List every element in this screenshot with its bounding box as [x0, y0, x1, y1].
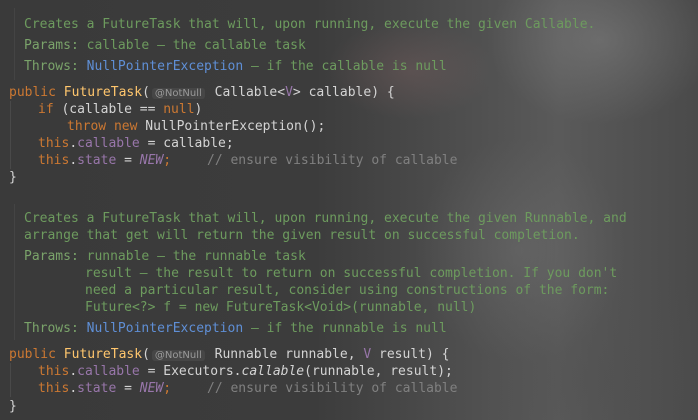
throws-label: Throws: — [24, 321, 79, 336]
code-editor[interactable]: Creates a FutureTask that will, upon run… — [0, 0, 698, 420]
indent-guide — [10, 363, 11, 397]
javadoc-params-row: Params: runnable – the runnable task — [24, 248, 306, 265]
dot: . — [69, 381, 78, 396]
javadoc-summary: Creates a FutureTask that will, upon run… — [24, 17, 596, 32]
method-name: FutureTask — [63, 347, 143, 362]
code-line-signature[interactable]: public FutureTask(@NotNull Callable<V> c… — [9, 84, 395, 102]
params-label: Params: — [24, 249, 79, 264]
code-line-assign-state[interactable]: this.state = NEW; — [38, 380, 171, 397]
param-result-line2: need a particular result, consider using… — [85, 283, 610, 298]
method-name: FutureTask — [63, 85, 143, 100]
semicolon: ; — [163, 381, 172, 396]
keyword-this: this — [38, 364, 70, 379]
params-label: Params: — [24, 38, 79, 53]
keyword-if: if — [38, 102, 62, 117]
keyword-this: this — [38, 153, 70, 168]
type-parameter: V — [285, 85, 293, 100]
type-parameter: V — [363, 347, 372, 362]
code-line-assign-state[interactable]: this.state = NEW; — [38, 152, 171, 169]
assign-rhs: = callable; — [139, 136, 234, 151]
paren-close: ) — [194, 102, 203, 117]
executors-call: = Executors. — [139, 364, 242, 379]
param-rest: > callable) { — [292, 85, 395, 100]
param-runnable: runnable – the runnable task — [86, 249, 306, 264]
dot: . — [69, 136, 78, 151]
throws-label: Throws: — [24, 59, 79, 74]
param-rest: result) { — [371, 347, 450, 362]
javadoc-summary-line2: arrange that get will return the given r… — [24, 228, 580, 243]
throws-link[interactable]: NullPointerException — [87, 59, 244, 74]
param-type: Runnable runnable, — [206, 347, 364, 362]
code-line-assign-callable[interactable]: this.callable = Executors.callable(runna… — [38, 363, 453, 380]
method-callable: callable — [241, 364, 305, 379]
notnull-annotation: @NotNull — [151, 350, 205, 361]
throws-link[interactable]: NullPointerException — [87, 321, 244, 336]
javadoc-throws-row: Throws: NullPointerException – if the ru… — [24, 320, 447, 337]
throws-text: – if the callable is null — [243, 59, 447, 74]
const-new: NEW — [139, 153, 164, 168]
param-type: Callable< — [206, 85, 286, 100]
keyword-public: public — [9, 85, 64, 100]
field-state: state — [77, 153, 117, 168]
assign-op: = — [116, 153, 140, 168]
javadoc-callable: Creates a FutureTask that will, upon run… — [4, 8, 698, 80]
notnull-annotation: @NotNull — [151, 88, 205, 99]
javadoc-summary-line1: Creates a FutureTask that will, upon run… — [24, 211, 627, 226]
assign-op: = — [116, 381, 140, 396]
dot: . — [69, 153, 78, 168]
dot: . — [69, 364, 78, 379]
keyword-throw-new: throw new — [67, 119, 146, 134]
paren: ( — [142, 85, 150, 100]
indent-guide — [10, 101, 11, 169]
param-result-line3: Future<?> f = new FutureTask<Void>(runna… — [85, 300, 477, 315]
code-comment: // ensure visibility of callable — [207, 153, 458, 168]
keyword-public: public — [9, 347, 64, 362]
code-close-brace: } — [9, 399, 17, 414]
param-result-line1: result – the result to return on success… — [85, 266, 618, 281]
call-args: (runnable, result); — [304, 364, 453, 379]
code-line-assign-callable[interactable]: this.callable = callable; — [38, 135, 234, 152]
exception-ctor: NullPointerException(); — [145, 119, 326, 134]
keyword-this: this — [38, 136, 70, 151]
javadoc-gutter-bar — [14, 204, 15, 340]
javadoc-throws-row: Throws: NullPointerException – if the ca… — [24, 58, 447, 75]
keyword-null: null — [163, 102, 195, 117]
semicolon: ; — [163, 153, 172, 168]
code-comment: // ensure visibility of callable — [207, 381, 458, 396]
code-line-signature[interactable]: public FutureTask(@NotNull Runnable runn… — [9, 346, 449, 364]
javadoc-gutter-bar — [14, 8, 15, 80]
field-state: state — [77, 381, 117, 396]
if-condition: (callable == — [61, 102, 164, 117]
throws-text: – if the runnable is null — [243, 321, 447, 336]
keyword-this: this — [38, 381, 70, 396]
code-line-if[interactable]: if (callable == null) — [38, 101, 202, 118]
javadoc-runnable: Creates a FutureTask that will, upon run… — [4, 204, 698, 340]
params-text: callable – the callable task — [86, 38, 306, 53]
paren: ( — [142, 347, 150, 362]
field-callable: callable — [77, 136, 140, 151]
javadoc-params-row: Params: callable – the callable task — [24, 37, 306, 54]
code-line-throw[interactable]: throw new NullPointerException(); — [67, 118, 325, 135]
field-callable: callable — [77, 364, 140, 379]
code-close-brace: } — [9, 170, 17, 185]
const-new: NEW — [139, 381, 164, 396]
